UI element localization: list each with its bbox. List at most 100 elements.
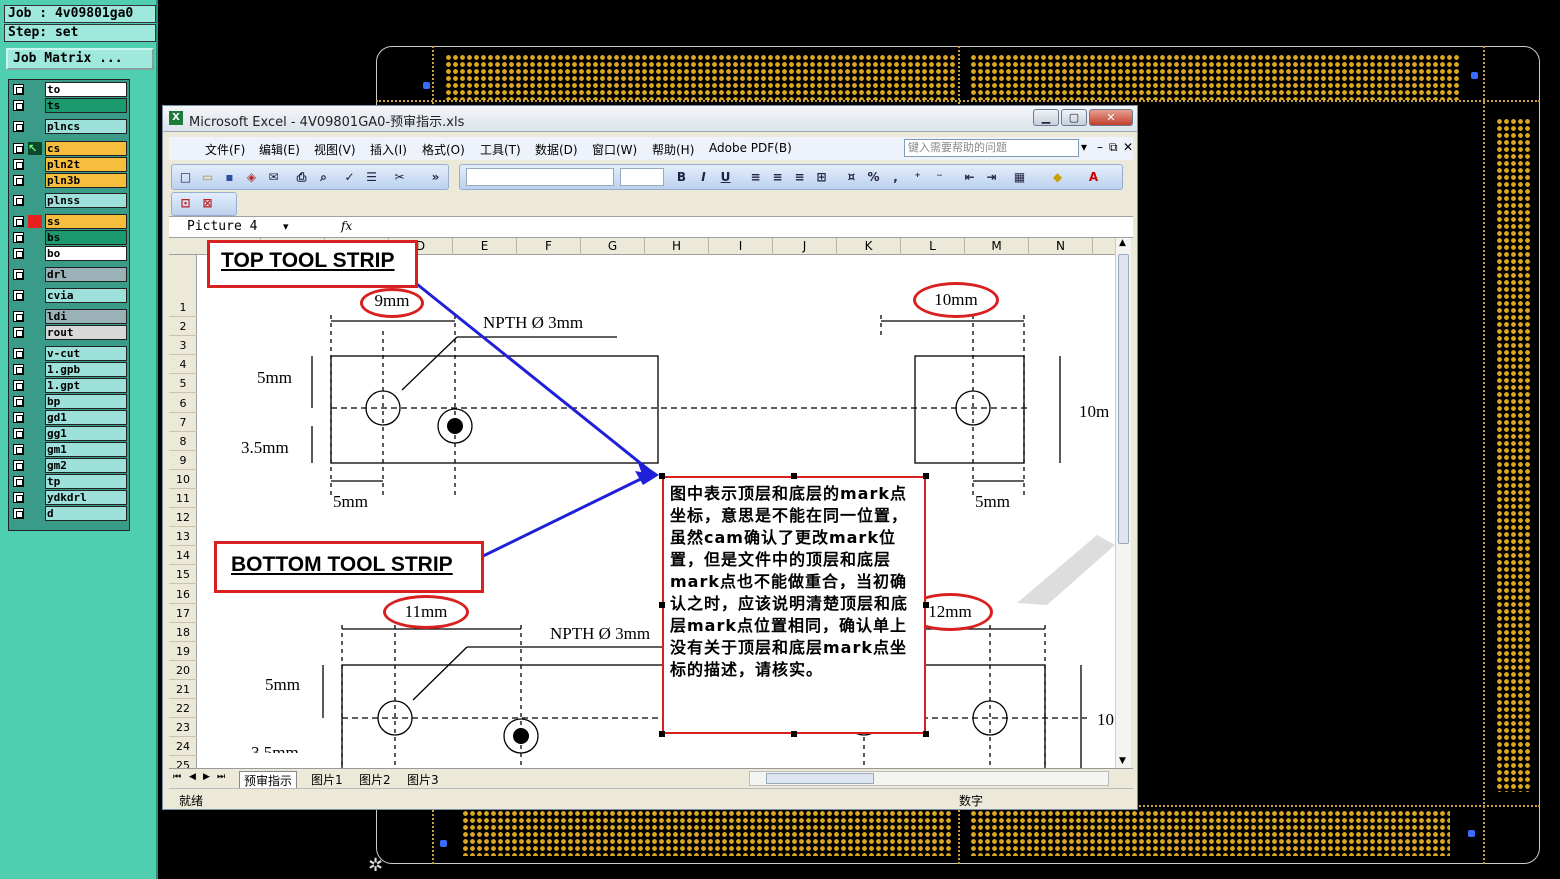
column-header[interactable]: K: [837, 238, 901, 255]
layer-checkbox[interactable]: [13, 492, 24, 503]
menu-file[interactable]: 文件(F): [205, 141, 245, 158]
selection-handle[interactable]: [659, 602, 665, 608]
prev-sheet-icon[interactable]: ◀: [189, 772, 196, 782]
column-header[interactable]: L: [901, 238, 965, 255]
align-left-icon[interactable]: ≡: [748, 170, 763, 185]
layer-row[interactable]: bs: [9, 230, 129, 245]
layer-row[interactable]: ss: [9, 214, 129, 229]
layer-checkbox[interactable]: [13, 428, 24, 439]
menu-help[interactable]: 帮助(H): [652, 141, 694, 158]
bottom-tool-strip-box[interactable]: BOTTOM TOOL STRIP: [214, 541, 484, 593]
menu-tools[interactable]: 工具(T): [480, 141, 521, 158]
layer-checkbox[interactable]: [13, 508, 24, 519]
font-color-icon[interactable]: A: [1086, 170, 1101, 185]
maximize-button[interactable]: ▢: [1061, 109, 1087, 126]
layer-row[interactable]: gg1: [9, 426, 129, 441]
comma-icon[interactable]: ,: [888, 170, 903, 185]
layer-checkbox[interactable]: [13, 327, 24, 338]
merge-center-icon[interactable]: ⊞: [814, 170, 829, 185]
doc-minimize-button[interactable]: –: [1097, 140, 1103, 154]
pdf-email-icon[interactable]: ⊠: [200, 196, 215, 211]
layer-checkbox[interactable]: [13, 311, 24, 322]
sheet-tab[interactable]: 图片1: [311, 771, 343, 788]
menu-view[interactable]: 视图(V): [314, 141, 356, 158]
selection-handle[interactable]: [923, 731, 929, 737]
menu-edit[interactable]: 编辑(E): [259, 141, 300, 158]
row-header[interactable]: 6: [169, 394, 197, 413]
layer-row[interactable]: d: [9, 506, 129, 521]
menu-format[interactable]: 格式(O): [422, 141, 465, 158]
last-sheet-icon[interactable]: ⏭: [217, 772, 225, 782]
layer-row[interactable]: gm1: [9, 442, 129, 457]
row-header[interactable]: 11: [169, 489, 197, 508]
borders-icon[interactable]: ▦: [1012, 170, 1027, 185]
layer-checkbox[interactable]: [13, 476, 24, 487]
layer-checkbox[interactable]: [13, 100, 24, 111]
layer-row[interactable]: bp: [9, 394, 129, 409]
row-header[interactable]: 2: [169, 317, 197, 337]
layer-checkbox[interactable]: [13, 143, 24, 154]
name-box-dropdown-icon[interactable]: ▾: [283, 220, 289, 233]
align-right-icon[interactable]: ≡: [792, 170, 807, 185]
font-size-select[interactable]: [620, 168, 664, 186]
layer-checkbox[interactable]: [13, 460, 24, 471]
title-bar[interactable]: X Microsoft Excel - 4V09801GA0-预审指示.xls …: [163, 106, 1137, 132]
row-header[interactable]: 1: [169, 298, 197, 317]
help-search-input[interactable]: 键入需要帮助的问题: [904, 139, 1079, 157]
selection-handle[interactable]: [791, 473, 797, 479]
new-icon[interactable]: □: [178, 170, 193, 185]
menu-adobe-pdf[interactable]: Adobe PDF(B): [709, 141, 792, 155]
row-header[interactable]: 22: [169, 699, 197, 719]
open-icon[interactable]: ▭: [200, 170, 215, 185]
menu-data[interactable]: 数据(D): [535, 141, 578, 158]
menu-insert[interactable]: 插入(I): [370, 141, 407, 158]
layer-checkbox[interactable]: [13, 412, 24, 423]
row-header[interactable]: 19: [169, 642, 197, 661]
increase-indent-icon[interactable]: ⇥: [984, 170, 999, 185]
align-center-icon[interactable]: ≡: [770, 170, 785, 185]
underline-icon[interactable]: U: [718, 170, 733, 185]
column-header[interactable]: G: [581, 238, 645, 255]
layer-row[interactable]: gm2: [9, 458, 129, 473]
row-header[interactable]: 5: [169, 374, 197, 394]
layer-checkbox[interactable]: [13, 248, 24, 259]
layer-checkbox[interactable]: [13, 121, 24, 132]
minimize-button[interactable]: ▁: [1033, 109, 1059, 126]
first-sheet-icon[interactable]: ⏮: [173, 772, 181, 782]
email-icon[interactable]: ✉: [266, 170, 281, 185]
row-header[interactable]: 15: [169, 565, 197, 585]
layer-row[interactable]: ↖ cs: [9, 141, 129, 156]
row-header[interactable]: 13: [169, 527, 197, 547]
row-header[interactable]: 7: [169, 413, 197, 432]
permission-icon[interactable]: ◈: [244, 170, 259, 185]
help-dropdown-icon[interactable]: ▾: [1081, 140, 1087, 154]
layer-checkbox[interactable]: [13, 175, 24, 186]
decrease-decimal-icon[interactable]: ⁻: [932, 170, 947, 185]
italic-icon[interactable]: I: [696, 170, 711, 185]
column-header[interactable]: I: [709, 238, 773, 255]
layer-row[interactable]: cvia: [9, 288, 129, 303]
layer-checkbox[interactable]: [13, 232, 24, 243]
row-header[interactable]: 16: [169, 585, 197, 604]
row-header[interactable]: 25: [169, 756, 197, 768]
pdf-convert-icon[interactable]: ⊡: [178, 196, 193, 211]
row-header[interactable]: 10: [169, 470, 197, 489]
cut-icon[interactable]: ✂: [392, 170, 407, 185]
decrease-indent-icon[interactable]: ⇤: [962, 170, 977, 185]
research-icon[interactable]: ☰: [364, 170, 379, 185]
column-header[interactable]: M: [965, 238, 1029, 255]
layer-checkbox[interactable]: [13, 290, 24, 301]
layer-row[interactable]: pln2t: [9, 157, 129, 172]
spreadsheet-grid[interactable]: ABCDEFGHIJKLMN 1234567891011121314151617…: [169, 238, 1131, 768]
row-header[interactable]: 9: [169, 451, 197, 470]
column-header[interactable]: E: [453, 238, 517, 255]
column-header[interactable]: H: [645, 238, 709, 255]
layer-checkbox[interactable]: [13, 195, 24, 206]
spelling-icon[interactable]: ✓: [342, 170, 357, 185]
layer-row[interactable]: to: [9, 82, 129, 97]
layer-checkbox[interactable]: [13, 380, 24, 391]
column-header[interactable]: F: [517, 238, 581, 255]
row-header[interactable]: 4: [169, 355, 197, 375]
increase-decimal-icon[interactable]: ⁺: [910, 170, 925, 185]
layer-row[interactable]: rout: [9, 325, 129, 340]
